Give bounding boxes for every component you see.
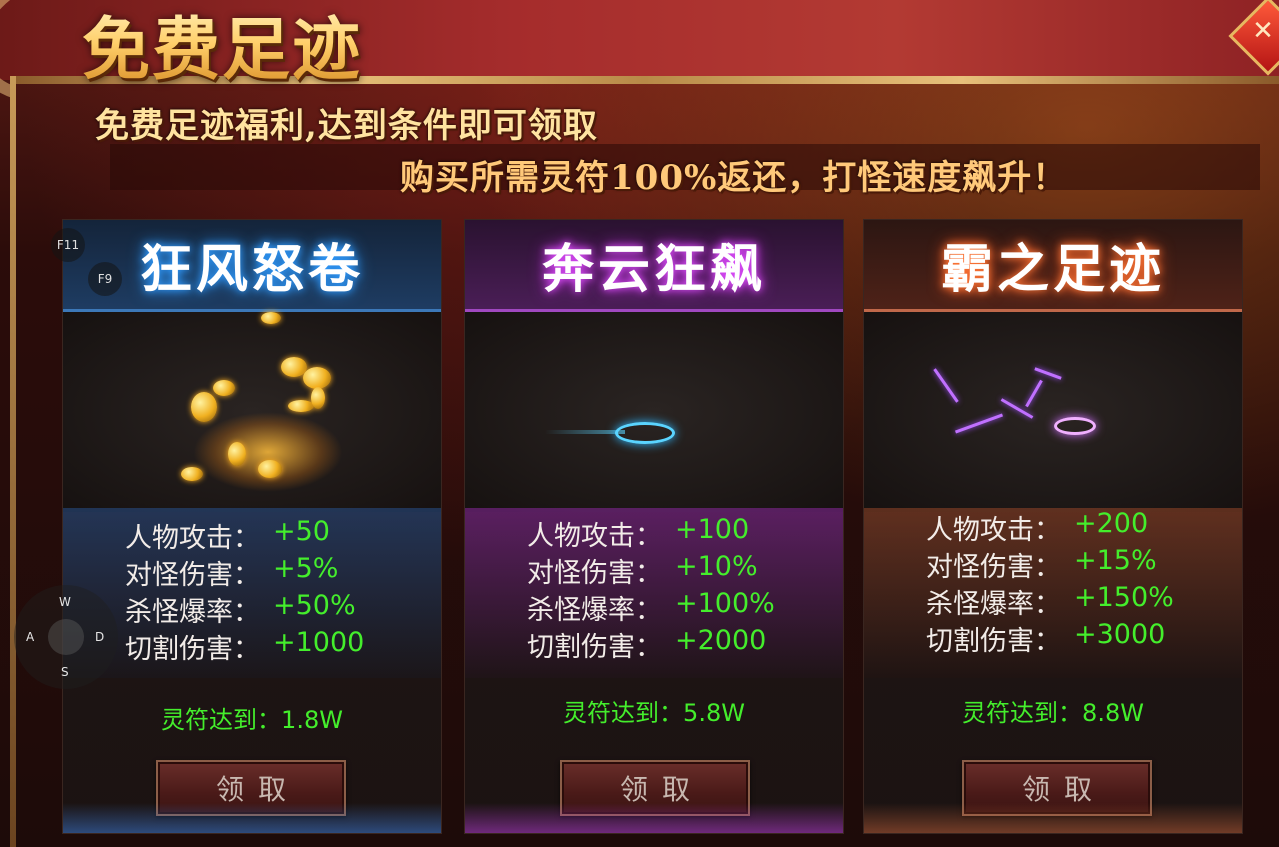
coin-icon xyxy=(311,387,325,409)
footprint-icon xyxy=(615,422,675,444)
footprint-card-3: 霸之足迹 人物攻击： +200 对怪伤害： +15% 杀怪爆率： +150% 切… xyxy=(863,219,1243,834)
gold-coins-footprint-icon xyxy=(63,312,441,512)
stat-row: 人物攻击： +200 xyxy=(926,508,1148,547)
coin-icon xyxy=(258,460,282,478)
card-header: 狂风怒卷 xyxy=(63,220,441,312)
stat-label: 人物攻击： xyxy=(527,521,662,552)
stat-value: +3000 xyxy=(1074,619,1166,650)
card-title: 奔云狂飙 xyxy=(541,239,766,300)
stat-row: 切割伤害： +2000 xyxy=(527,625,766,664)
stat-row: 切割伤害： +3000 xyxy=(926,619,1165,658)
close-icon: ✕ xyxy=(1252,16,1274,47)
card-footer-glow xyxy=(465,803,843,833)
blue-footprint-icon xyxy=(465,312,843,512)
stat-value: +1000 xyxy=(273,627,365,658)
coin-icon xyxy=(181,467,203,481)
coin-icon xyxy=(228,442,246,466)
virtual-joystick[interactable]: W A D S xyxy=(14,585,118,689)
coin-icon xyxy=(303,367,331,389)
stat-label: 切割伤害： xyxy=(926,626,1061,657)
page-title: 免费足迹 xyxy=(82,0,362,93)
stat-label: 对怪伤害： xyxy=(926,552,1061,583)
requirement-text: 灵符达到：1.8W xyxy=(161,706,343,734)
stat-value: +2000 xyxy=(675,625,767,656)
stats-block: 人物攻击： +100 对怪伤害： +10% 杀怪爆率： +100% 切割伤害： … xyxy=(465,508,843,678)
hotkey-f11-button[interactable]: F11 xyxy=(51,228,85,262)
joystick-knob[interactable] xyxy=(48,619,84,655)
card-footer-glow xyxy=(864,803,1242,833)
stat-row: 杀怪爆率： +100% xyxy=(527,588,775,627)
subtitle-refund: 购买所需灵符100%返还，打怪速度飙升！ xyxy=(400,158,1068,198)
stat-label: 对怪伤害： xyxy=(125,560,260,591)
stat-label: 人物攻击： xyxy=(125,523,260,554)
stats-block: 人物攻击： +200 对怪伤害： +15% 杀怪爆率： +150% 切割伤害： … xyxy=(864,508,1242,678)
stat-label: 杀怪爆率： xyxy=(527,595,662,626)
card-header: 霸之足迹 xyxy=(864,220,1242,312)
stat-value: +50 xyxy=(273,516,330,547)
joystick-key-right: D xyxy=(95,630,105,644)
lightning-footprint-icon xyxy=(864,312,1242,512)
coin-icon xyxy=(191,392,217,422)
stat-value: +150% xyxy=(1074,582,1174,613)
stats-block: 人物攻击： +50 对怪伤害： +5% 杀怪爆率： +50% 切割伤害： +10… xyxy=(63,508,441,678)
stat-row: 对怪伤害： +15% xyxy=(926,545,1157,584)
subtitle-benefit: 免费足迹福利,达到条件即可领取 xyxy=(95,106,598,146)
joystick-key-up: W xyxy=(59,595,71,609)
stat-value: +100% xyxy=(675,588,775,619)
stat-row: 人物攻击： +100 xyxy=(527,514,749,553)
card-title: 霸之足迹 xyxy=(940,239,1165,300)
stat-value: +50% xyxy=(273,590,356,621)
card-header: 奔云狂飙 xyxy=(465,220,843,312)
stat-value: +15% xyxy=(1074,545,1157,576)
joystick-key-left: A xyxy=(26,630,35,644)
coin-icon xyxy=(288,400,314,412)
card-title: 狂风怒卷 xyxy=(139,239,364,300)
hotkey-f9-button[interactable]: F9 xyxy=(88,262,122,296)
stat-label: 杀怪爆率： xyxy=(926,589,1061,620)
stat-label: 对怪伤害： xyxy=(527,558,662,589)
stat-row: 对怪伤害： +10% xyxy=(527,551,758,590)
footprint-card-2: 奔云狂飙 人物攻击： +100 对怪伤害： +10% 杀怪爆率： +100% 切… xyxy=(464,219,844,834)
stat-row: 杀怪爆率： +150% xyxy=(926,582,1174,621)
card-footer-glow xyxy=(63,803,441,833)
stat-label: 切割伤害： xyxy=(527,632,662,663)
stat-value: +200 xyxy=(1074,508,1149,539)
footprint-card-1: 狂风怒卷 人物攻击： +50 对怪伤害： +5% 杀怪爆率： +50% 切割伤害… xyxy=(62,219,442,834)
stat-row: 对怪伤害： +5% xyxy=(125,553,338,592)
event-panel: 免费足迹 ✕ 免费足迹福利,达到条件即可领取 购买所需灵符100%返还，打怪速度… xyxy=(0,0,1279,847)
stat-row: 人物攻击： +50 xyxy=(125,516,330,555)
stat-value: +100 xyxy=(675,514,750,545)
coin-icon xyxy=(261,312,281,324)
stat-label: 切割伤害： xyxy=(125,634,260,665)
requirement-text: 灵符达到：8.8W xyxy=(962,699,1144,727)
joystick-key-down: S xyxy=(61,665,69,679)
stat-row: 切割伤害： +1000 xyxy=(125,627,364,666)
coin-icon xyxy=(213,380,235,396)
footprint-icon xyxy=(1054,417,1096,435)
requirement-text: 灵符达到：5.8W xyxy=(563,699,745,727)
stat-label: 人物攻击： xyxy=(926,515,1061,546)
panel-left-border xyxy=(10,76,16,847)
stat-value: +5% xyxy=(273,553,339,584)
stat-label: 杀怪爆率： xyxy=(125,597,260,628)
stat-row: 杀怪爆率： +50% xyxy=(125,590,356,629)
stat-value: +10% xyxy=(675,551,758,582)
